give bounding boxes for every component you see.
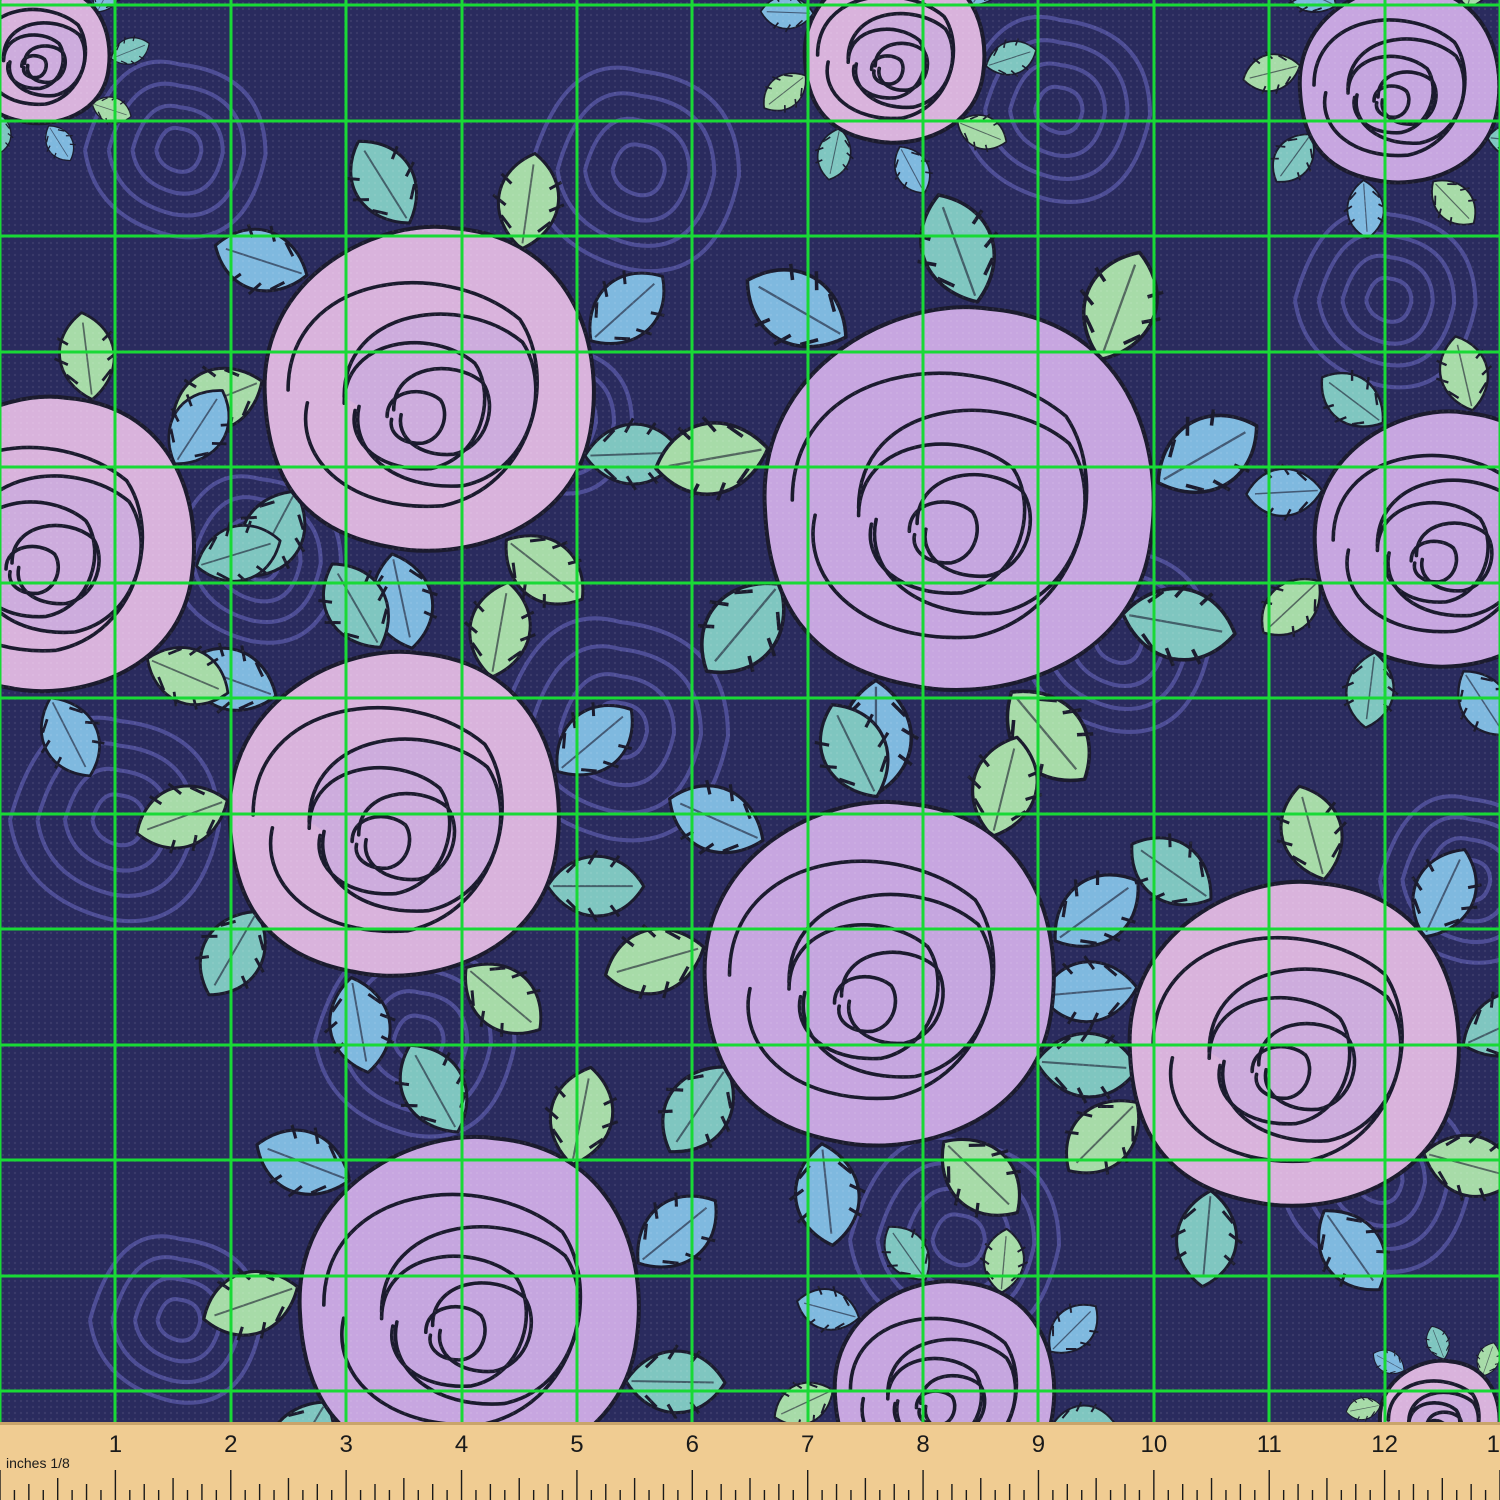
ruler-caption: inches 1/8 — [6, 1455, 70, 1471]
weave-texture — [0, 0, 1500, 1422]
ruler: 12345678910111213 inches 1/8 — [0, 1422, 1500, 1500]
ruler-label: 7 — [801, 1431, 814, 1458]
ruler-label: 9 — [1032, 1431, 1045, 1458]
ruler-label: 2 — [224, 1431, 237, 1458]
ruler-label: 10 — [1140, 1431, 1167, 1458]
ruler-label: 11 — [1257, 1431, 1282, 1458]
ruler-label: 4 — [455, 1431, 468, 1458]
ruler-label: 6 — [686, 1431, 699, 1458]
ruler-label: 5 — [570, 1431, 583, 1458]
rose-fabric-pattern — [0, 0, 1500, 1422]
ruler-edge — [0, 1422, 1500, 1425]
ruler-label: 13 — [1487, 1431, 1500, 1458]
ruler-label: 8 — [916, 1431, 929, 1458]
ruler-label: 12 — [1371, 1431, 1398, 1458]
ruler-label: 1 — [109, 1431, 122, 1458]
fabric-swatch-image: 12345678910111213 inches 1/8 — [0, 0, 1500, 1500]
ruler-label: 3 — [339, 1431, 352, 1458]
